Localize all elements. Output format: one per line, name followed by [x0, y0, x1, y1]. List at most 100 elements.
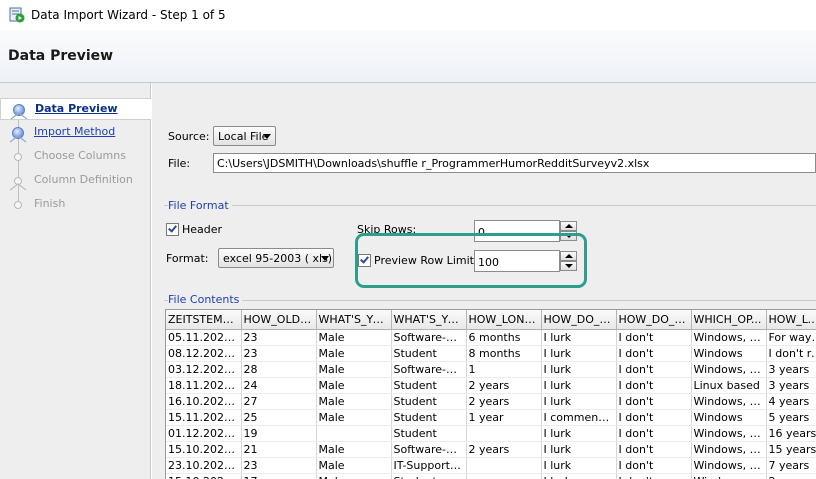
- table-row[interactable]: 15.11.2020 ... 25 Male Student 1 year I comme…: [166, 409, 816, 426]
- table-cell[interactable]: 17: [241, 473, 317, 479]
- column-header[interactable]: WHAT'S_YO...: [316, 310, 392, 330]
- table-cell[interactable]: [316, 425, 392, 442]
- table-cell[interactable]: Male: [316, 473, 392, 479]
- table-cell[interactable]: Software-En...: [391, 441, 467, 458]
- table-cell[interactable]: 05.11.2020 ...: [166, 329, 242, 346]
- table-cell[interactable]: 03.12.2020 ...: [166, 361, 242, 378]
- table-cell[interactable]: 15.10.2020 ...: [166, 473, 242, 479]
- table-cell[interactable]: I lurk: [541, 425, 617, 442]
- table-cell[interactable]: Student: [391, 425, 467, 442]
- table-cell[interactable]: 23: [241, 345, 317, 362]
- table-cell[interactable]: 1 year: [466, 409, 542, 426]
- source-dropdown[interactable]: Local File: [213, 126, 276, 146]
- table-cell[interactable]: 15.10.2020 ...: [166, 441, 242, 458]
- table-cell[interactable]: Student: [391, 409, 467, 426]
- table-cell[interactable]: 7 years: [766, 457, 816, 474]
- table-cell[interactable]: 5 years: [766, 409, 816, 426]
- table-cell[interactable]: 8 months: [466, 345, 542, 362]
- table-cell[interactable]: 2 years: [466, 393, 542, 410]
- table-cell[interactable]: 01.12.2020 ...: [166, 425, 242, 442]
- table-cell[interactable]: I don't: [616, 425, 692, 442]
- column-header[interactable]: HOW_LONG...: [466, 310, 542, 330]
- table-cell[interactable]: I don't: [616, 473, 692, 479]
- step-data-preview[interactable]: Data Preview: [0, 98, 151, 120]
- table-cell[interactable]: 23: [241, 329, 317, 346]
- table-cell[interactable]: 21: [241, 441, 317, 458]
- table-row[interactable]: 23.10.2020 ... 23 Male IT-Support, ... I lur…: [166, 457, 816, 474]
- table-cell[interactable]: I comment o...: [541, 409, 617, 426]
- file-contents-table[interactable]: ZEITSTEMPEL HOW_OLD_... WHAT'S_YO... WHAT'S…: [165, 309, 816, 479]
- table-cell[interactable]: 15 years: [766, 441, 816, 458]
- table-cell[interactable]: Linux based: [691, 377, 767, 394]
- table-cell[interactable]: I lurk: [541, 345, 617, 362]
- table-cell[interactable]: 16.10.2020 ...: [166, 393, 242, 410]
- table-cell[interactable]: Male: [316, 345, 392, 362]
- table-cell[interactable]: 1: [466, 361, 542, 378]
- table-cell[interactable]: Male: [316, 441, 392, 458]
- table-cell[interactable]: Student: [391, 377, 467, 394]
- format-dropdown[interactable]: excel 95-2003 ( xls): [218, 248, 334, 268]
- table-cell[interactable]: I lurk: [541, 441, 617, 458]
- table-row[interactable]: 15.10.2020 ... 21 Male Software-En... 2 year…: [166, 441, 816, 458]
- table-cell[interactable]: Male: [316, 361, 392, 378]
- column-header[interactable]: WHICH_OP...: [691, 310, 767, 330]
- column-header[interactable]: HOW_LON: [766, 310, 816, 330]
- table-cell[interactable]: I lurk: [541, 361, 617, 378]
- table-cell[interactable]: 18.11.2020 ...: [166, 377, 242, 394]
- table-cell[interactable]: 28: [241, 361, 317, 378]
- table-cell[interactable]: I don't: [616, 345, 692, 362]
- table-cell[interactable]: Software-En...: [391, 361, 467, 378]
- table-cell[interactable]: Windows, Li...: [691, 425, 767, 442]
- table-cell[interactable]: Male: [316, 377, 392, 394]
- table-cell[interactable]: Windows, M...: [691, 361, 767, 378]
- table-row[interactable]: 05.11.2020 ... 23 Male Software-En... 6 mont…: [166, 329, 816, 346]
- table-cell[interactable]: 23: [241, 457, 317, 474]
- table-cell[interactable]: Male: [316, 393, 392, 410]
- table-cell[interactable]: For way to: [766, 329, 816, 346]
- column-header[interactable]: HOW_OLD_...: [241, 310, 317, 330]
- table-cell[interactable]: I lurk: [541, 393, 617, 410]
- table-row[interactable]: 15.10.2020 ...17MaleStudent I lurkI don't…: [166, 473, 816, 479]
- table-row[interactable]: 16.10.2020 ... 27 Male Student 2 years I lurk…: [166, 393, 816, 410]
- table-cell[interactable]: Windows: [691, 409, 767, 426]
- table-cell[interactable]: 2 years: [466, 441, 542, 458]
- table-cell[interactable]: 08.12.2020 ...: [166, 345, 242, 362]
- table-cell[interactable]: I don't: [616, 329, 692, 346]
- column-header[interactable]: HOW_DO_Y...: [541, 310, 617, 330]
- table-cell[interactable]: I lurk: [541, 457, 617, 474]
- table-cell[interactable]: I don't: [616, 441, 692, 458]
- increment-arrow-icon[interactable]: [560, 221, 577, 231]
- table-cell[interactable]: I don't: [616, 457, 692, 474]
- table-cell[interactable]: Male: [316, 457, 392, 474]
- table-row[interactable]: 08.12.2020 ... 23 Male Student 8 months I lur…: [166, 345, 816, 362]
- table-cell[interactable]: I lurk: [541, 329, 617, 346]
- table-cell[interactable]: 23.10.2020 ...: [166, 457, 242, 474]
- table-cell[interactable]: Windows: [691, 345, 767, 362]
- table-cell[interactable]: 24: [241, 377, 317, 394]
- table-cell[interactable]: [466, 425, 542, 442]
- table-row[interactable]: 03.12.2020 ... 28 Male Software-En... 1 I lur…: [166, 361, 816, 378]
- header-checkbox[interactable]: [166, 223, 179, 236]
- table-cell[interactable]: Windows: [691, 473, 767, 479]
- table-cell[interactable]: Windows, M...: [691, 457, 767, 474]
- table-cell[interactable]: I don't: [616, 409, 692, 426]
- table-cell[interactable]: I don't: [616, 377, 692, 394]
- table-row[interactable]: 01.12.2020 ... 19 Student I lurk I don't Wind…: [166, 425, 816, 442]
- table-cell[interactable]: Software-En...: [391, 329, 467, 346]
- table-cell[interactable]: [466, 473, 542, 479]
- table-cell[interactable]: 25: [241, 409, 317, 426]
- column-header[interactable]: WHAT'S_YO...: [391, 310, 467, 330]
- table-cell[interactable]: 27: [241, 393, 317, 410]
- table-cell[interactable]: I don't rea: [766, 345, 816, 362]
- table-cell[interactable]: Student: [391, 393, 467, 410]
- table-cell[interactable]: Male: [316, 409, 392, 426]
- file-path-field[interactable]: C:\Users\JDSMITH\Downloads\shuffle r_Pro…: [213, 153, 816, 173]
- table-cell[interactable]: Student: [391, 345, 467, 362]
- table-cell[interactable]: I lurk: [541, 473, 617, 479]
- table-row[interactable]: 18.11.2020 ... 24 Male Student 2 years I lurk…: [166, 377, 816, 394]
- table-cell[interactable]: Student: [391, 473, 467, 479]
- table-cell[interactable]: I lurk: [541, 377, 617, 394]
- table-cell[interactable]: 2 years: [466, 377, 542, 394]
- table-cell[interactable]: Windows, M...: [691, 441, 767, 458]
- table-cell[interactable]: Male: [316, 329, 392, 346]
